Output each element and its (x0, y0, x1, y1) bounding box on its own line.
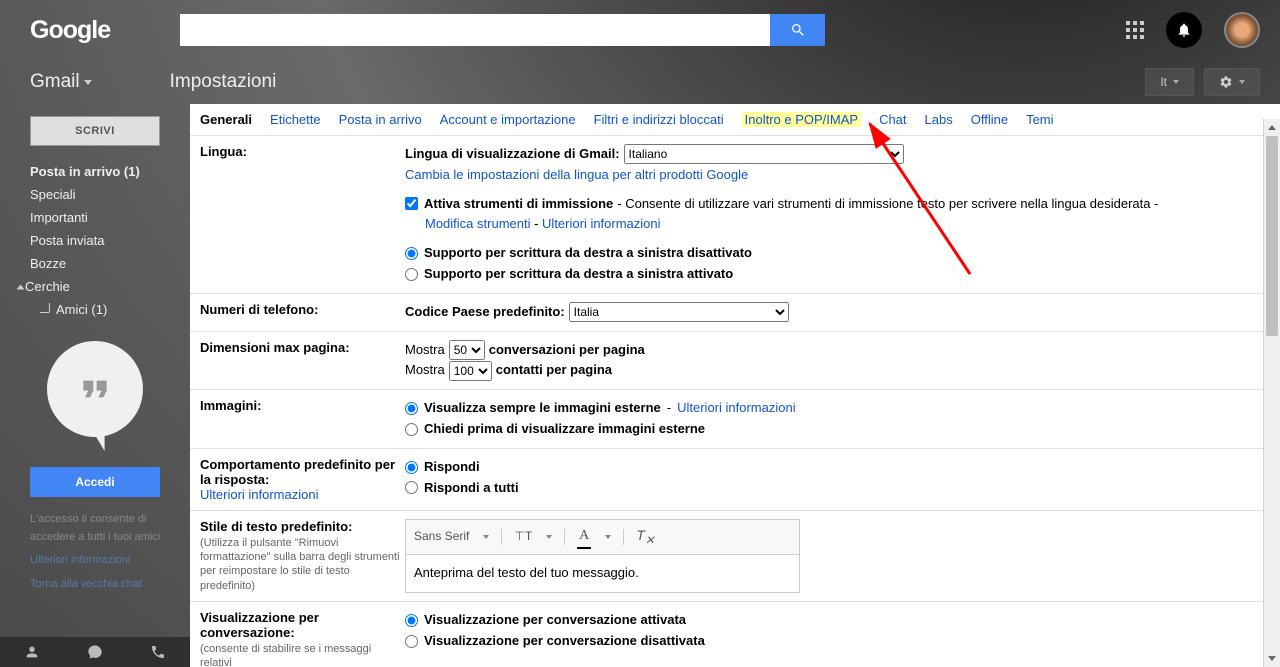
label-language: Lingua: (200, 144, 405, 285)
label-phone: Numeri di telefono: (200, 302, 405, 323)
compose-button[interactable]: SCRIVI (30, 116, 160, 146)
search-icon (790, 22, 806, 38)
hangouts-contacts-icon[interactable] (0, 644, 63, 660)
text-toolbar[interactable]: Sans Serif ⊤T A T✕ (405, 519, 800, 555)
scroll-down-button[interactable] (1264, 650, 1280, 667)
settings-gear-button[interactable] (1204, 68, 1260, 96)
nav-inbox[interactable]: Posta in arrivo (1) (0, 160, 190, 183)
tab-offline[interactable]: Offline (971, 112, 1008, 127)
tab-chat[interactable]: Chat (879, 112, 906, 127)
tab-labels[interactable]: Etichette (270, 112, 321, 127)
input-lang-button[interactable]: It (1145, 68, 1194, 96)
google-logo[interactable]: Google (30, 16, 110, 45)
label-textstyle: Stile di testo predefinito:(Utilizza il … (200, 519, 405, 593)
input-tools-desc: - Consente di utilizzare vari strumenti … (617, 194, 1158, 215)
nav-starred[interactable]: Speciali (0, 183, 190, 206)
country-code-select[interactable]: Italia (569, 302, 789, 322)
label-pagesize: Dimensioni max pagina: (200, 340, 405, 382)
images-always-radio[interactable]: Visualizza sempre le immagini esterne - … (405, 398, 1270, 419)
nav-important[interactable]: Importanti (0, 206, 190, 229)
conv-on-radio[interactable]: Visualizzazione per conversazione attiva… (405, 610, 1270, 631)
label-conversation: Visualizzazione per conversazione:(conse… (200, 610, 405, 667)
vertical-scrollbar[interactable] (1263, 119, 1280, 667)
edit-tools-link[interactable]: Modifica strumenti (425, 216, 530, 231)
tab-themes[interactable]: Temi (1026, 112, 1053, 127)
settings-tabs: Generali Etichette Posta in arrivo Accou… (190, 104, 1280, 135)
gmail-dropdown[interactable]: Gmail (30, 71, 92, 93)
gear-icon (1219, 75, 1233, 89)
contacts-select[interactable]: 100 (449, 361, 492, 381)
sidebar-footer: L'accesso ti consente di accedere a tutt… (30, 511, 180, 593)
hangouts-chat-icon[interactable] (63, 644, 126, 660)
apps-icon[interactable] (1126, 21, 1144, 39)
sidebar-oldchat-link[interactable]: Torna alla vecchia chat (30, 576, 180, 594)
reply-radio[interactable]: Rispondi (405, 457, 1270, 478)
nav-circles[interactable]: Cerchie (0, 275, 190, 298)
tab-filters[interactable]: Filtri e indirizzi bloccati (594, 112, 724, 127)
lang-more-link[interactable]: Ulteriori informazioni (542, 216, 660, 231)
sidebar: SCRIVI Posta in arrivo (1) Speciali Impo… (0, 104, 190, 667)
hangouts-bottombar (0, 637, 190, 667)
page-title: Impostazioni (170, 71, 277, 93)
notifications-icon[interactable] (1166, 12, 1202, 48)
country-code-label: Codice Paese predefinito: (405, 302, 565, 323)
scroll-up-button[interactable] (1264, 119, 1280, 136)
tab-general[interactable]: Generali (200, 112, 252, 127)
display-lang-label: Lingua di visualizzazione di Gmail: (405, 144, 620, 165)
search-input[interactable] (180, 14, 770, 46)
label-reply: Comportamento predefinito per la rispost… (200, 457, 405, 502)
tab-labs[interactable]: Labs (925, 112, 953, 127)
nav-drafts[interactable]: Bozze (0, 252, 190, 275)
images-more-link[interactable]: Ulteriori informazioni (677, 398, 795, 419)
text-preview: Anteprima del testo del tuo messaggio. (405, 555, 800, 593)
rtl-on-radio[interactable]: Supporto per scrittura da destra a sinis… (405, 264, 1270, 285)
search-box (180, 14, 825, 46)
hangouts-phone-icon[interactable] (127, 644, 190, 660)
tab-inbox[interactable]: Posta in arrivo (339, 112, 422, 127)
display-lang-select[interactable]: Italiano (624, 144, 904, 164)
search-button[interactable] (770, 14, 825, 46)
sidebar-more-link[interactable]: Ulteriori informazioni (30, 552, 180, 570)
tab-forwarding[interactable]: Inoltro e POP/IMAP (742, 112, 861, 127)
nav-friends[interactable]: Amici (1) (0, 298, 190, 321)
conversations-select[interactable]: 50 (449, 340, 485, 360)
label-images: Immagini: (200, 398, 405, 440)
conv-off-radio[interactable]: Visualizzazione per conversazione disatt… (405, 631, 1270, 652)
other-products-link[interactable]: Cambia le impostazioni della lingua per … (405, 167, 748, 182)
scroll-thumb[interactable] (1266, 136, 1278, 336)
nav-sent[interactable]: Posta inviata (0, 229, 190, 252)
input-tools-checkbox[interactable]: Attiva strumenti di immissione (405, 194, 613, 215)
hangouts-signin-button[interactable]: Accedi (30, 467, 160, 497)
hangouts-icon[interactable] (47, 341, 143, 437)
avatar[interactable] (1224, 12, 1260, 48)
settings-content: Generali Etichette Posta in arrivo Accou… (190, 104, 1280, 667)
reply-all-radio[interactable]: Rispondi a tutti (405, 478, 1270, 499)
reply-more-link[interactable]: Ulteriori informazioni (200, 487, 318, 502)
images-ask-radio[interactable]: Chiedi prima di visualizzare immagini es… (405, 419, 1270, 440)
tab-accounts[interactable]: Account e importazione (440, 112, 576, 127)
rtl-off-radio[interactable]: Supporto per scrittura da destra a sinis… (405, 243, 1270, 264)
